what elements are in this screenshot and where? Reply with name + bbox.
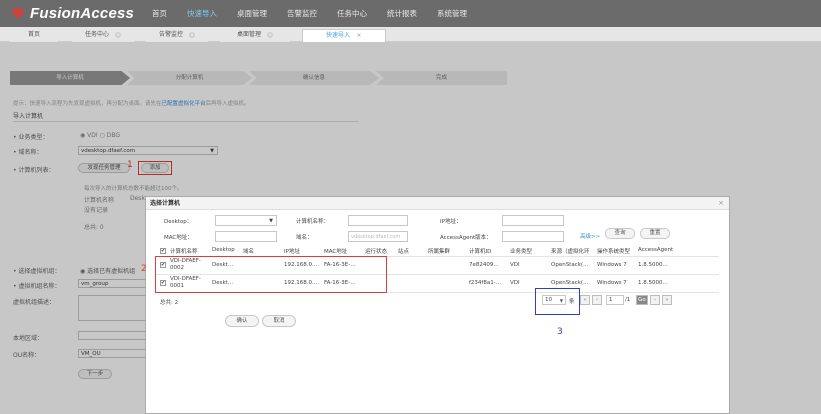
- filter-mac-input[interactable]: [215, 231, 277, 242]
- annotation-3: 3: [557, 327, 563, 337]
- cell-source: OpenStack(...: [551, 262, 589, 268]
- col-mac: MAC地址: [324, 249, 348, 255]
- select-all-checkbox[interactable]: ✔: [160, 248, 166, 254]
- last-page-icon[interactable]: »: [662, 295, 672, 305]
- nav-quick-import[interactable]: 快速导入: [187, 8, 217, 19]
- col-ip: IP地址: [284, 249, 300, 255]
- huawei-logo-icon: [9, 7, 27, 20]
- nav-task-center[interactable]: 任务中心: [337, 8, 367, 19]
- filter-domain-label: 域名：: [296, 235, 313, 241]
- cell-source: OpenStack(...: [551, 280, 589, 286]
- go-button[interactable]: Go: [636, 295, 648, 305]
- nav-alarm-monitor[interactable]: 告警监控: [287, 8, 317, 19]
- dialog-title: 选择计算机: [146, 197, 729, 210]
- filter-ip-input[interactable]: [502, 215, 564, 226]
- domain-placeholder: vdesktop.dfaef.com: [351, 234, 401, 240]
- nav-desktop-mgmt[interactable]: 桌面管理: [237, 8, 267, 19]
- tab-label: 快速导入: [325, 32, 350, 39]
- annotation-2: 2: [141, 264, 147, 274]
- close-icon[interactable]: ×: [718, 199, 724, 207]
- col-business-type: 业务类型: [510, 249, 533, 255]
- tab-label: 桌面管理: [236, 31, 261, 38]
- col-status: 运行状态: [365, 249, 388, 255]
- filter-desktop-label: Desktop：: [164, 219, 193, 225]
- tab-label: 首页: [27, 31, 40, 38]
- app-name: FusionAccess: [30, 5, 135, 22]
- col-desktop: Desktop: [212, 247, 235, 253]
- dialog-total: 总共: 2: [160, 300, 179, 306]
- next-page-icon[interactable]: ›: [650, 295, 660, 305]
- filter-computer-name-input[interactable]: [348, 215, 408, 226]
- filter-ip-label: IP地址：: [440, 219, 462, 225]
- tab-label: 任务中心: [84, 31, 109, 38]
- advanced-link[interactable]: 高级>>: [580, 232, 600, 240]
- close-icon[interactable]: ×: [189, 31, 195, 38]
- col-access-agent: AccessAgent: [638, 247, 674, 253]
- filter-desktop-select[interactable]: ▼: [215, 215, 277, 226]
- close-icon[interactable]: ×: [267, 31, 273, 38]
- app-logo: FusionAccess: [9, 5, 134, 22]
- cell-type: VDI: [510, 280, 520, 286]
- reset-button[interactable]: 重置: [640, 228, 670, 239]
- tab-alarm[interactable]: 告警监控 ×: [146, 29, 208, 42]
- filter-agent-input[interactable]: [502, 231, 564, 242]
- col-site: 站点: [398, 249, 410, 255]
- top-bar: FusionAccess 首页 快速导入 桌面管理 告警监控 任务中心 统计报表…: [0, 0, 821, 27]
- page-number-input[interactable]: 1: [606, 295, 624, 305]
- close-icon[interactable]: ×: [356, 32, 362, 39]
- highlight-rows: [155, 256, 387, 293]
- cell-agent: 1.8.5000...: [638, 262, 668, 268]
- tab-home[interactable]: 首页: [10, 29, 58, 42]
- tab-quick-import[interactable]: 快速导入 ×: [302, 29, 386, 42]
- prev-page-icon[interactable]: ‹: [592, 295, 602, 305]
- chevron-down-icon: ▼: [269, 218, 273, 224]
- first-page-icon[interactable]: «: [580, 295, 590, 305]
- col-computer-name: 计算机名称: [170, 249, 198, 255]
- cancel-button[interactable]: 取消: [262, 315, 296, 327]
- col-computer-id: 计算机ID: [469, 249, 492, 255]
- highlight-page-size: [535, 288, 580, 315]
- close-icon[interactable]: ×: [115, 31, 121, 38]
- cell-type: VDI: [510, 262, 520, 268]
- page-total: /1: [625, 297, 631, 303]
- query-button[interactable]: 查询: [605, 228, 635, 239]
- col-os-type: 操作系统类型: [597, 249, 631, 255]
- tab-label: 告警监控: [158, 31, 183, 38]
- cell-os: Windows 7: [597, 262, 627, 268]
- select-computer-dialog: 选择计算机 × Desktop： ▼ 计算机名称： IP地址： MAC地址： 域…: [141, 196, 730, 414]
- filter-agent-label: AccessAgent版本：: [440, 235, 492, 241]
- nav-system-mgmt[interactable]: 系统管理: [437, 8, 467, 19]
- col-domain: 域名: [243, 249, 255, 255]
- cell-id: 7e82409...: [469, 262, 499, 268]
- filter-domain-input[interactable]: vdesktop.dfaef.com: [348, 231, 408, 242]
- tab-desktop[interactable]: 桌面管理 ×: [220, 29, 290, 42]
- col-cluster: 所属集群: [428, 249, 451, 255]
- nav-statistics[interactable]: 统计报表: [387, 8, 417, 19]
- col-source: 来源（虚拟化环: [551, 249, 590, 255]
- tab-bar: 首页 任务中心 × 告警监控 × 桌面管理 × 快速导入 ×: [0, 27, 821, 42]
- cell-id: f234f8a1-...: [469, 280, 501, 286]
- filter-computer-name-label: 计算机名称：: [296, 219, 330, 225]
- cell-os: Windows 7: [597, 280, 627, 286]
- cell-agent: 1.8.5000...: [638, 280, 668, 286]
- filter-mac-label: MAC地址：: [164, 235, 193, 241]
- nav-home[interactable]: 首页: [152, 8, 167, 19]
- tab-task-center[interactable]: 任务中心 ×: [72, 29, 134, 42]
- confirm-button[interactable]: 确认: [225, 315, 259, 327]
- main-nav: 首页 快速导入 桌面管理 告警监控 任务中心 统计报表 系统管理: [152, 8, 487, 19]
